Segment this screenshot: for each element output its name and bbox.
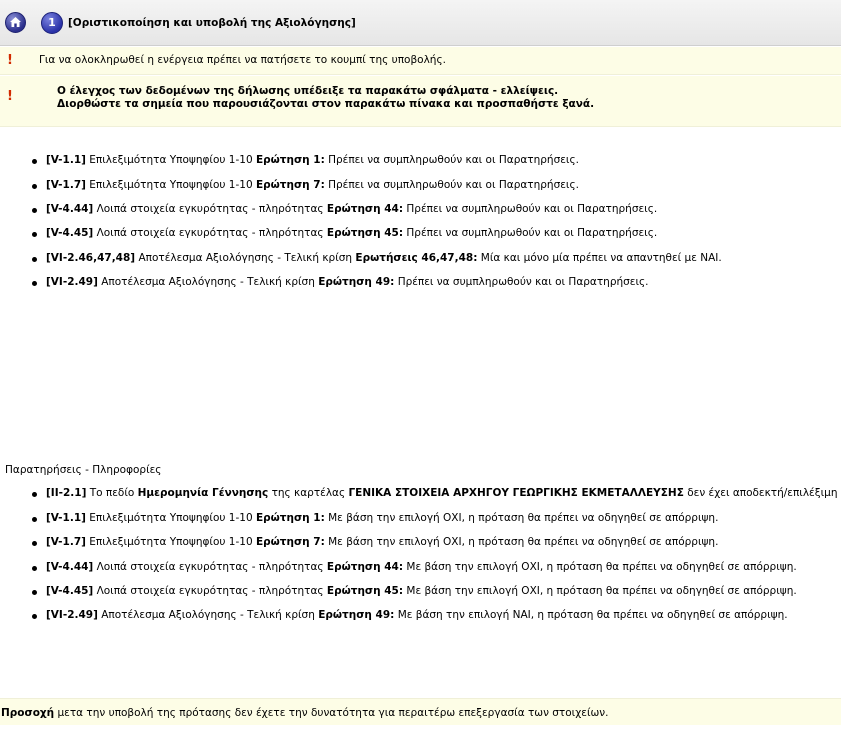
- error-message-line1: Ο έλεγχος των δεδομένων της δήλωσης υπέδ…: [57, 85, 559, 97]
- page-title: [Οριστικοποίηση και υποβολή της Αξιολόγη…: [68, 17, 356, 29]
- error-message-line2: Διορθώστε τα σημεία που παρουσιάζονται σ…: [57, 98, 595, 110]
- error-message: ! Ο έλεγχος των δεδομένων της δήλωσης υπ…: [0, 76, 841, 127]
- step-number-badge: 1: [41, 12, 63, 34]
- exclamation-icon: !: [7, 53, 13, 68]
- exclamation-icon: !: [7, 89, 13, 104]
- info-message: ! Για να ολοκληρωθεί η ενέργεια πρέπει ν…: [0, 47, 841, 75]
- info-message-text: Για να ολοκληρωθεί η ενέργεια πρέπει να …: [39, 54, 446, 66]
- footer-warning-text: Προσοχή μετα την υποβολή της πρότασης δε…: [1, 707, 609, 719]
- home-icon[interactable]: [5, 12, 26, 33]
- error-message-text: Ο έλεγχος των δεδομένων της δήλωσης υπέδ…: [57, 85, 594, 111]
- observations-title: Παρατηρήσεις - Πληροφορίες: [5, 464, 162, 476]
- footer-warning: Προσοχή μετα την υποβολή της πρότασης δε…: [0, 698, 841, 725]
- page-header: 1 [Οριστικοποίηση και υποβολή της Αξιολό…: [0, 0, 841, 46]
